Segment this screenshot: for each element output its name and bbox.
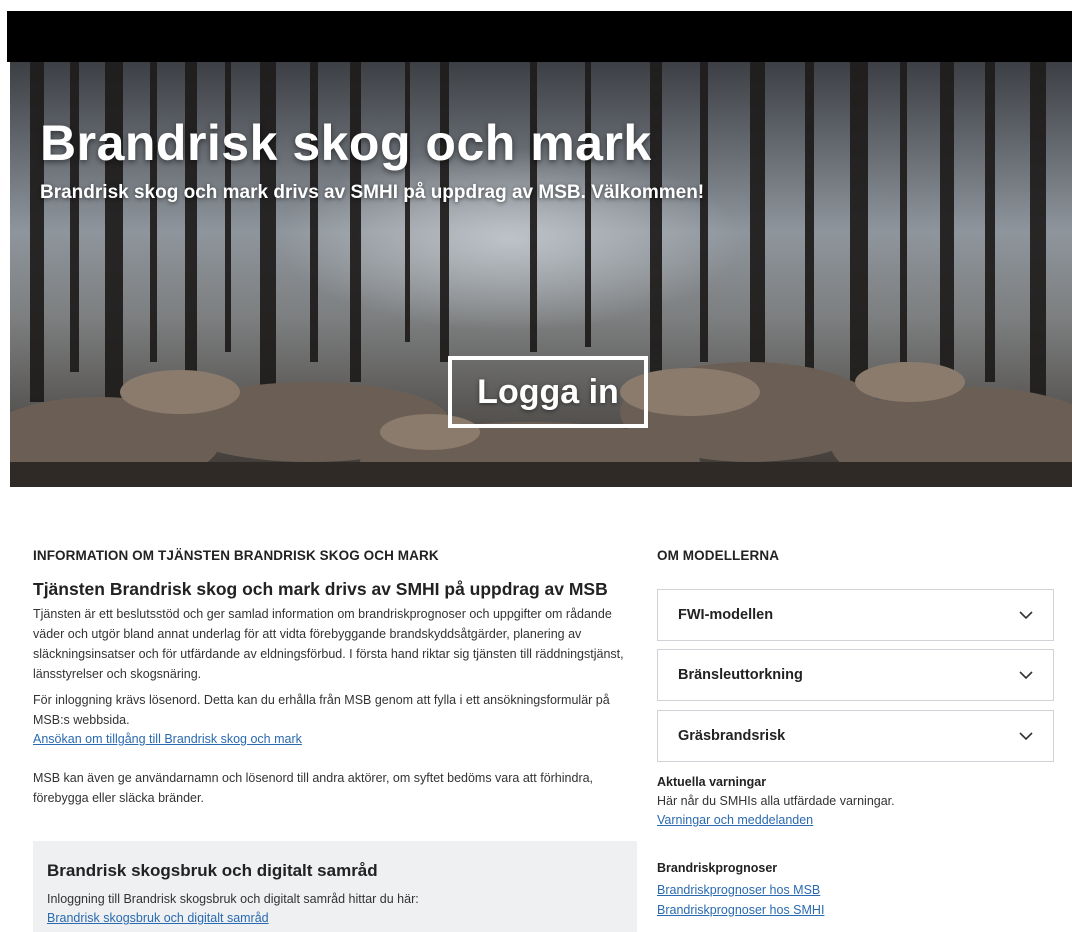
forecasts-block: Brandriskprognoser Brandriskprognoser ho… <box>657 861 1054 919</box>
chevron-down-icon <box>1017 606 1035 624</box>
accordion-label: Bränsleuttorkning <box>678 667 803 683</box>
forecast-msb-link[interactable]: Brandriskprognoser hos MSB <box>657 883 820 897</box>
info-section: INFORMATION OM TJÄNSTEN BRANDRISK SKOG O… <box>33 548 638 808</box>
models-section: OM MODELLERNA <box>657 548 1054 563</box>
forestry-box: Brandrisk skogsbruk och digitalt samråd … <box>33 841 637 932</box>
forecast-smhi-link[interactable]: Brandriskprognoser hos SMHI <box>657 903 824 917</box>
apply-access-link[interactable]: Ansökan om tillgång till Brandrisk skog … <box>33 732 302 746</box>
accordion-fuel-drying[interactable]: Bränsleuttorkning <box>657 649 1054 701</box>
forestry-link[interactable]: Brandrisk skogsbruk och digitalt samråd <box>47 911 269 925</box>
accordion-grass-fire[interactable]: Gräsbrandsrisk <box>657 710 1054 762</box>
login-info-paragraph: För inloggning krävs lösenord. Detta kan… <box>33 693 610 727</box>
chevron-down-icon <box>1017 666 1035 684</box>
chevron-down-icon <box>1017 727 1035 745</box>
login-button[interactable]: Logga in <box>448 356 648 428</box>
accordion-label: Gräsbrandsrisk <box>678 728 786 744</box>
forestry-box-text: Inloggning till Brandrisk skogsbruk och … <box>47 892 419 906</box>
warnings-heading: Aktuella varningar <box>657 775 767 789</box>
hero-title: Brandrisk skog och mark <box>40 115 652 171</box>
hero-banner: Brandrisk skog och mark Brandrisk skog o… <box>10 62 1072 487</box>
models-heading: OM MODELLERNA <box>657 548 780 563</box>
top-bar <box>7 11 1072 62</box>
info-paragraph: Tjänsten är ett beslutsstöd och ger saml… <box>33 607 624 681</box>
warnings-text: Här når du SMHIs alla utfärdade varninga… <box>657 794 895 808</box>
accordion-fwi[interactable]: FWI-modellen <box>657 589 1054 641</box>
warnings-link[interactable]: Varningar och meddelanden <box>657 813 813 827</box>
warnings-block: Aktuella varningar Här når du SMHIs alla… <box>657 775 1054 829</box>
info-lead: Tjänsten Brandrisk skog och mark drivs a… <box>33 579 608 599</box>
info-heading: INFORMATION OM TJÄNSTEN BRANDRISK SKOG O… <box>33 548 439 563</box>
forecasts-heading: Brandriskprognoser <box>657 861 778 875</box>
hero-subtitle: Brandrisk skog och mark drivs av SMHI på… <box>40 182 705 203</box>
other-actors-paragraph: MSB kan även ge användarnamn och lösenor… <box>33 771 594 805</box>
accordion-label: FWI-modellen <box>678 607 774 623</box>
forestry-box-title: Brandrisk skogsbruk och digitalt samråd <box>47 861 378 880</box>
